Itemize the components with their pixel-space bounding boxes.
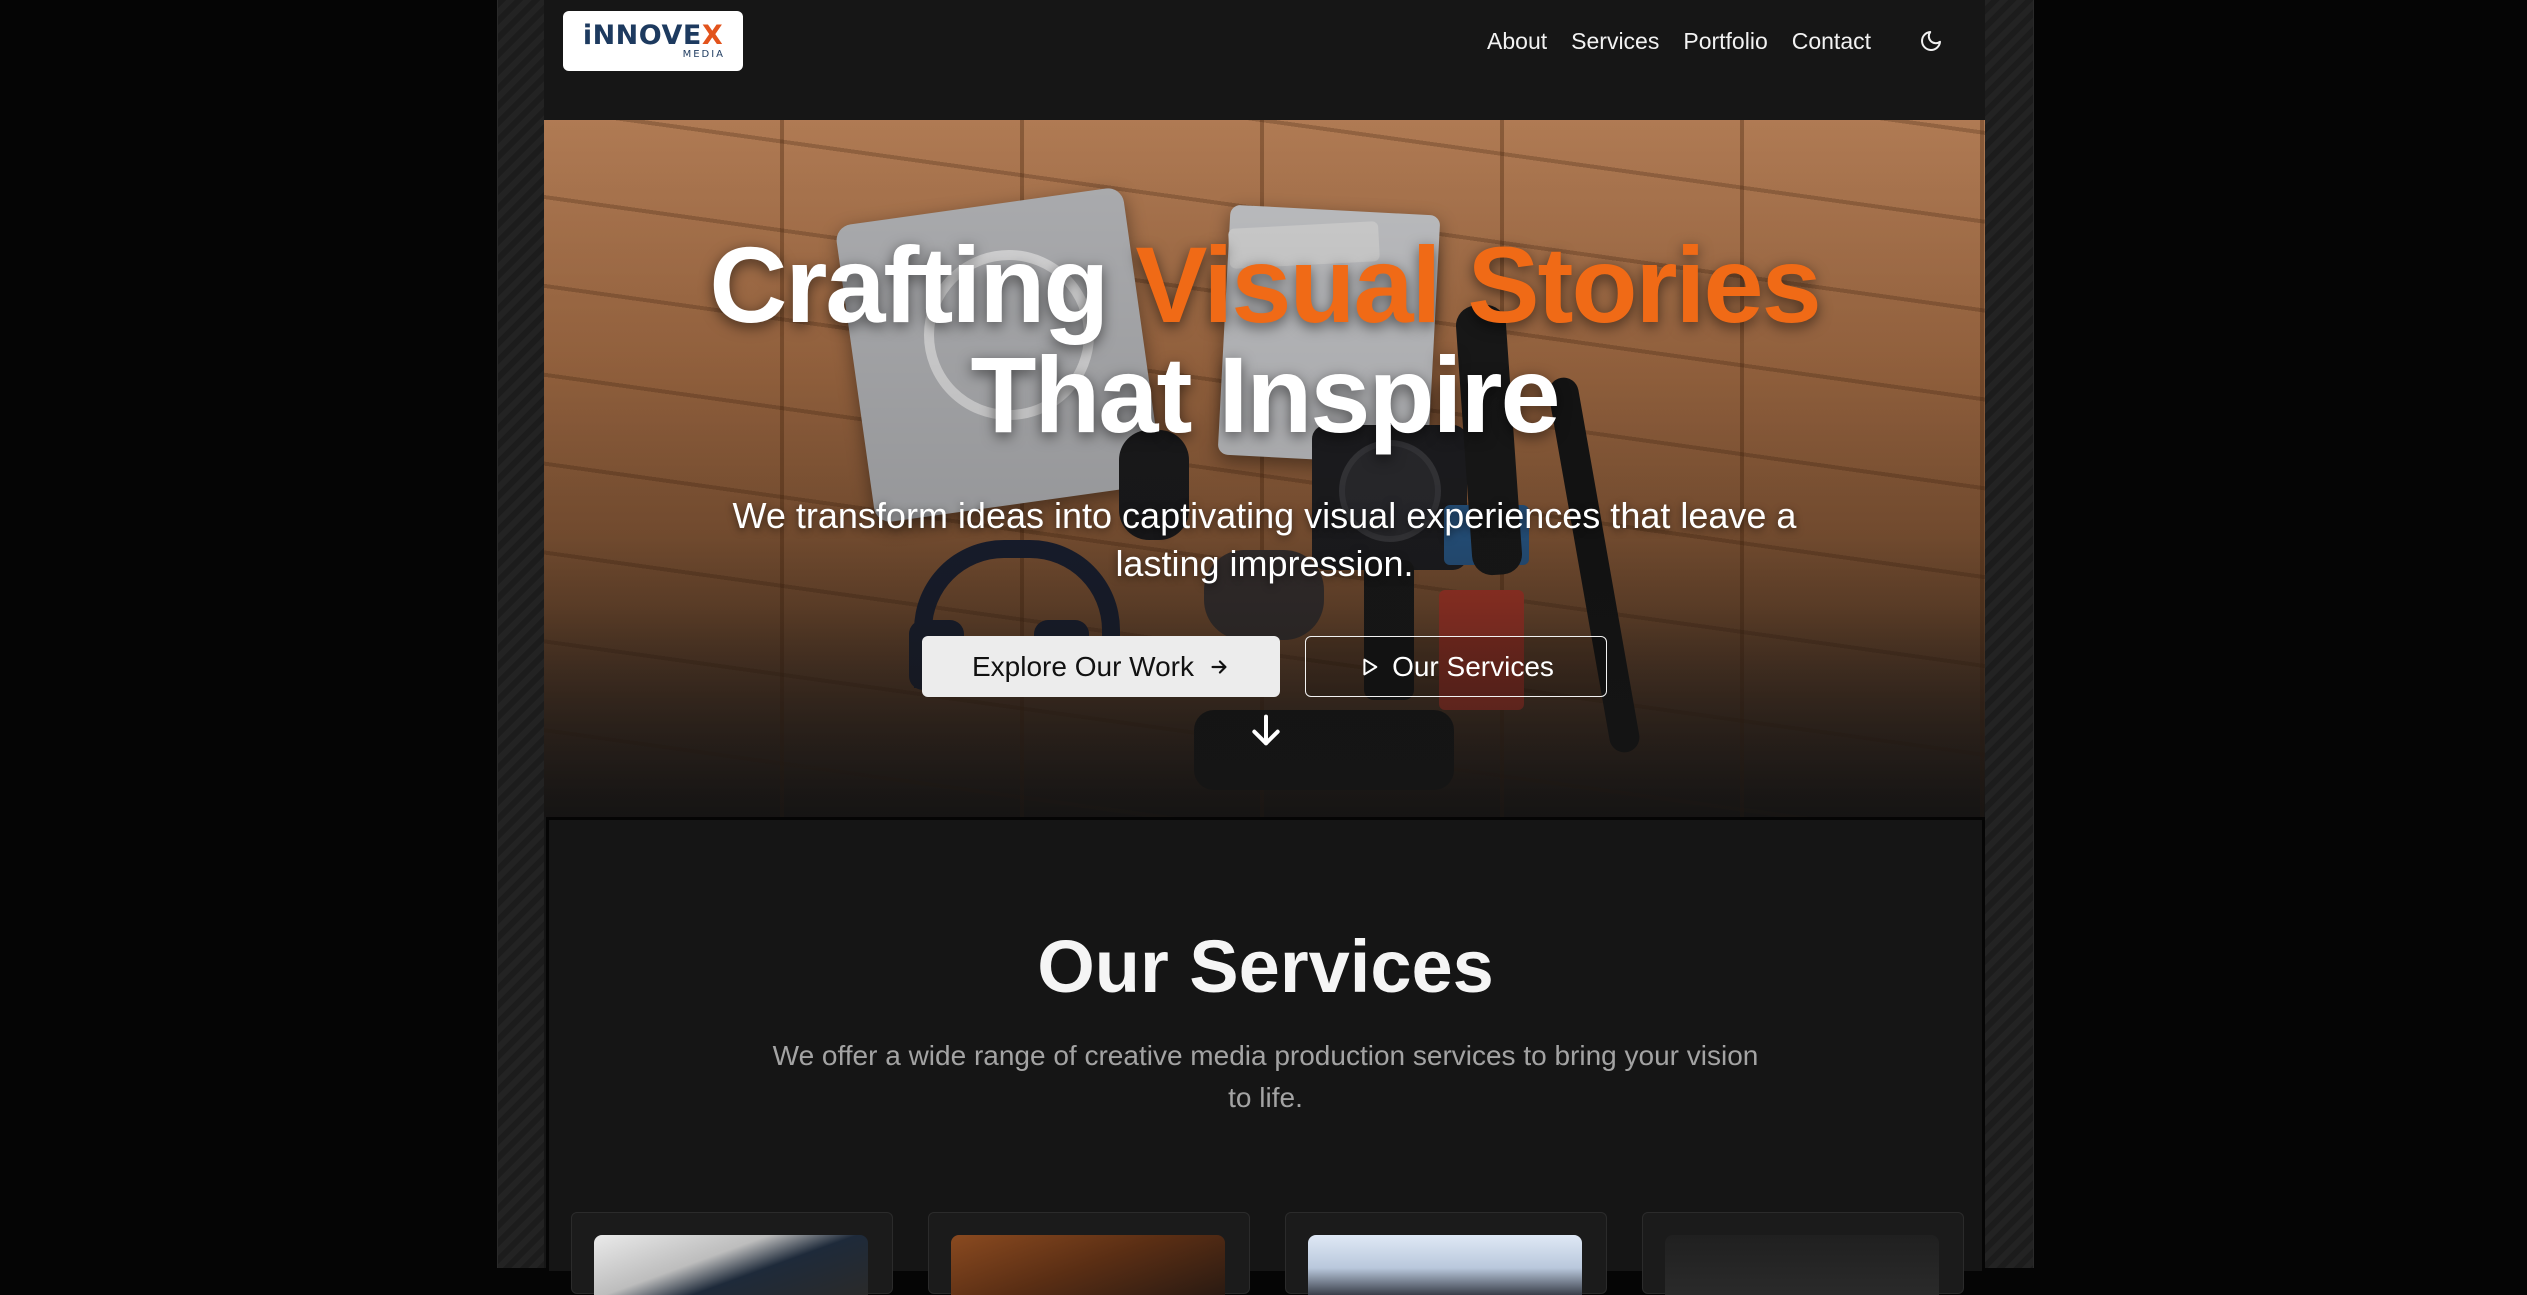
logo[interactable]: iNNOVEX MEDIA: [563, 11, 743, 71]
site-header: iNNOVEX MEDIA About Services Portfolio C…: [544, 0, 1985, 120]
hero-subtitle: We transform ideas into captivating visu…: [732, 495, 1797, 584]
theme-toggle-button[interactable]: [1911, 21, 1951, 61]
play-icon: [1363, 658, 1378, 675]
hero-section: Crafting Visual Stories That Inspire We …: [544, 120, 1985, 817]
service-card-image: [1308, 1235, 1582, 1295]
arrow-right-icon: [1211, 659, 1227, 674]
arrow-down-icon: [1252, 714, 1280, 746]
service-card[interactable]: [928, 1212, 1250, 1295]
explore-our-work-button[interactable]: Explore Our Work: [922, 636, 1280, 697]
nav-link-services[interactable]: Services: [1571, 28, 1659, 55]
nav-link-contact[interactable]: Contact: [1792, 28, 1871, 55]
service-card[interactable]: [571, 1212, 893, 1295]
service-card-image: [594, 1235, 868, 1295]
logo-wordmark: iNNOVEX: [582, 19, 724, 51]
hero-title-accent: Visual Stories: [1135, 224, 1821, 345]
page: iNNOVEX MEDIA About Services Portfolio C…: [544, 0, 1985, 1295]
nav-link-portfolio[interactable]: Portfolio: [1683, 28, 1767, 55]
main-nav: About Services Portfolio Contact: [1463, 0, 1985, 82]
hero-title-line2: That Inspire: [970, 334, 1560, 455]
our-services-label: Our Services: [1392, 650, 1554, 682]
logo-subtitle: MEDIA: [682, 48, 725, 60]
service-card[interactable]: [1642, 1212, 1964, 1295]
scroll-down-button[interactable]: [1244, 708, 1288, 752]
service-card-image: [951, 1235, 1225, 1295]
nav-link-about[interactable]: About: [1487, 28, 1547, 55]
hero-title-part1: Crafting: [709, 224, 1109, 345]
hero-title: Crafting Visual Stories That Inspire: [544, 230, 1985, 450]
services-section: Our Services We offer a wide range of cr…: [546, 817, 1985, 1295]
services-title: Our Services: [1037, 925, 1494, 1008]
our-services-button[interactable]: Our Services: [1305, 636, 1607, 697]
moon-icon: [1921, 31, 1941, 51]
service-card-image: [1665, 1235, 1939, 1295]
services-subtitle: We offer a wide range of creative media …: [772, 1040, 1759, 1113]
explore-our-work-label: Explore Our Work: [972, 650, 1194, 682]
service-card[interactable]: [1285, 1212, 1607, 1295]
